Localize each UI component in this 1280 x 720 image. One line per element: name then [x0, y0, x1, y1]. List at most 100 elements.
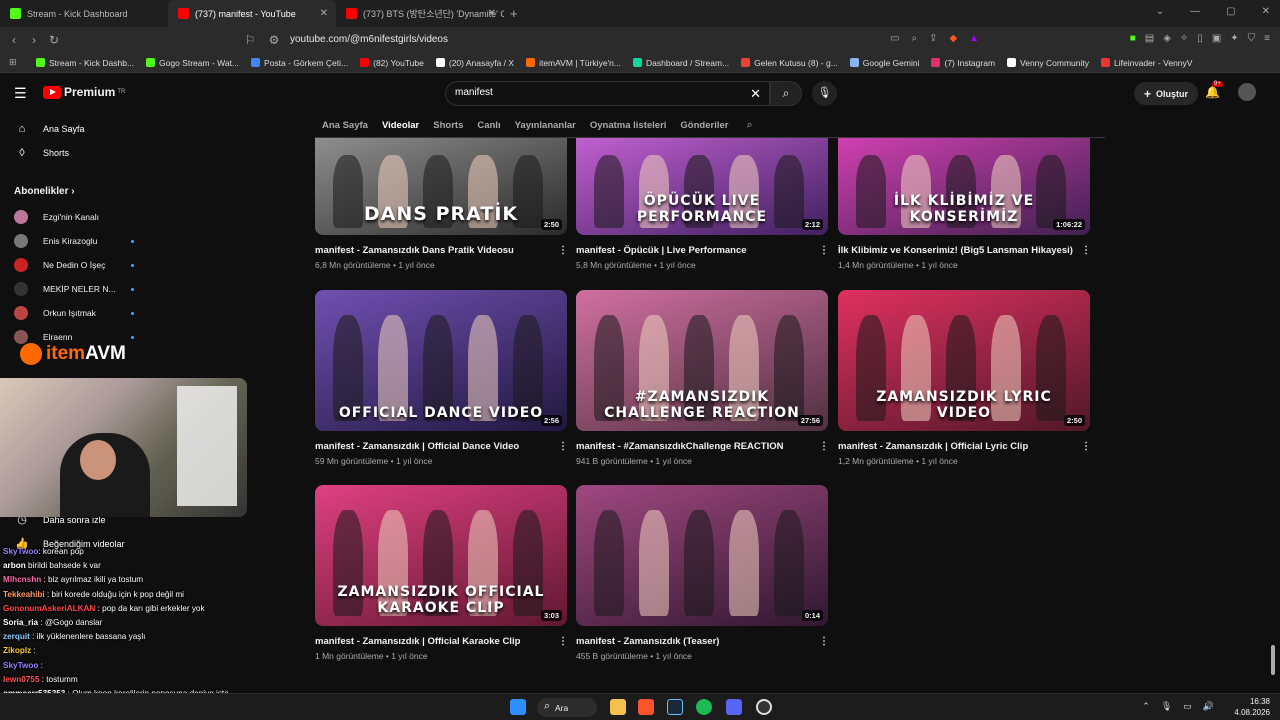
- bookmark-item[interactable]: (20) Anasayfa / X: [435, 58, 514, 68]
- bookmark-item[interactable]: Venny Community: [1007, 58, 1089, 68]
- sidebar-item-home[interactable]: ⌂ Ana Sayfa: [14, 123, 85, 135]
- discord-icon[interactable]: [726, 699, 742, 715]
- brave-icon[interactable]: [638, 699, 654, 715]
- reload-icon[interactable]: ↻: [44, 33, 64, 47]
- tab-shorts[interactable]: Shorts: [433, 120, 463, 131]
- extension-2-icon[interactable]: ▤: [1145, 33, 1154, 44]
- video-menu-icon[interactable]: ⋮: [558, 441, 568, 452]
- create-button[interactable]: + Oluştur: [1134, 82, 1199, 105]
- extension-1-icon[interactable]: ■: [1130, 33, 1136, 44]
- video-menu-icon[interactable]: ⋮: [558, 245, 568, 256]
- bookmark-item[interactable]: Lifeinvader - VennyV: [1101, 58, 1192, 68]
- network-icon[interactable]: ▭: [1183, 701, 1192, 712]
- bookmark-item[interactable]: itemAVM | Türkiye'n...: [526, 58, 621, 68]
- tab-posts[interactable]: Gönderiler: [680, 120, 728, 131]
- avatar[interactable]: [1238, 83, 1256, 101]
- steam-icon[interactable]: [667, 699, 683, 715]
- sidebar-sub[interactable]: Enis Kirazoglu: [14, 234, 139, 248]
- taskbar-clock[interactable]: 16:38 4.08.2026: [1234, 696, 1270, 718]
- bookmark-item[interactable]: Stream - Kick Dashb...: [36, 58, 134, 68]
- menu-icon[interactable]: ≡: [1264, 33, 1270, 44]
- zoom-icon[interactable]: ⌕: [911, 33, 917, 44]
- video-thumbnail[interactable]: ZAMANSIZDIK OFFICIAL KARAOKE CLIP 3:03: [315, 485, 567, 626]
- hamburger-menu-icon[interactable]: ☰: [14, 85, 27, 102]
- bookmark-icon[interactable]: ⚐: [240, 33, 260, 47]
- bookmark-item[interactable]: (7) Instagram: [931, 58, 995, 68]
- search-button[interactable]: ⌕: [770, 81, 802, 106]
- channel-search-icon[interactable]: ⌕: [746, 119, 752, 132]
- close-window-icon[interactable]: ✕: [1262, 6, 1270, 17]
- clear-search-icon[interactable]: ✕: [750, 86, 761, 102]
- cast-icon[interactable]: ▭: [890, 33, 899, 44]
- bookmark-item[interactable]: Gogo Stream - Wat...: [146, 58, 239, 68]
- video-menu-icon[interactable]: ⋮: [819, 245, 829, 256]
- video-thumbnail[interactable]: İLK KLİBİMİZ VE KONSERİMİZ 1:06:22: [838, 138, 1090, 235]
- tray-chevron-icon[interactable]: ⌃: [1142, 701, 1150, 712]
- video-title[interactable]: manifest - #ZamansızdıkChallenge REACTIO…: [576, 441, 783, 452]
- wallet-icon[interactable]: ▣: [1212, 33, 1221, 44]
- tab-live[interactable]: Canlı: [477, 120, 500, 131]
- vpn-icon[interactable]: ⛉: [1248, 33, 1256, 44]
- bookmark-item[interactable]: (82) YouTube: [360, 58, 424, 68]
- voice-search-button[interactable]: 🎙: [812, 81, 837, 106]
- tab-home[interactable]: Ana Sayfa: [322, 120, 368, 131]
- back-icon[interactable]: ‹: [4, 33, 24, 47]
- tab-kick[interactable]: Stream - Kick Dashboard: [0, 0, 168, 27]
- video-title[interactable]: manifest - Öpücük | Live Performance: [576, 245, 747, 256]
- url-field[interactable]: youtube.com/@m6nifestgirls/videos: [290, 34, 448, 45]
- extensions-icon[interactable]: ✧: [1180, 33, 1188, 44]
- site-info-icon[interactable]: ⚙: [264, 33, 284, 47]
- apps-grid-icon[interactable]: ⊞: [9, 57, 17, 68]
- search-input[interactable]: [455, 87, 735, 98]
- sidebar-sub[interactable]: Ne Dedin O İşeç: [14, 258, 139, 272]
- share-icon[interactable]: ⇪: [929, 33, 937, 44]
- video-thumbnail[interactable]: 0:14: [576, 485, 828, 626]
- minimize-icon[interactable]: —: [1190, 6, 1200, 17]
- sidebar-sub[interactable]: Ezgi'nin Kanalı: [14, 210, 139, 224]
- spotify-icon[interactable]: [696, 699, 712, 715]
- subscriptions-heading[interactable]: Abonelikler ›: [14, 186, 75, 197]
- sidebar-sub[interactable]: Orkun Işıtmak: [14, 306, 139, 320]
- video-menu-icon[interactable]: ⋮: [819, 636, 829, 647]
- volume-icon[interactable]: 🔊: [1203, 701, 1214, 712]
- sidebar-sub[interactable]: Elraenn: [14, 330, 139, 344]
- video-menu-icon[interactable]: ⋮: [558, 636, 568, 647]
- extension-3-icon[interactable]: ◈: [1163, 33, 1171, 44]
- video-title[interactable]: manifest - Zamansızdık | Official Karaok…: [315, 636, 520, 647]
- leo-icon[interactable]: ✦: [1230, 33, 1238, 44]
- close-tab-icon[interactable]: ✕: [488, 8, 496, 19]
- bookmark-item[interactable]: Google Gemini: [849, 58, 919, 68]
- tab-releases[interactable]: Yayınlananlar: [515, 120, 576, 131]
- maximize-icon[interactable]: ▢: [1226, 6, 1235, 17]
- video-thumbnail[interactable]: ÖPÜCÜK LIVE PERFORMANCE 2:12: [576, 138, 828, 235]
- file-explorer-icon[interactable]: [610, 699, 626, 715]
- video-thumbnail[interactable]: #ZAMANSIZDIK CHALLENGE REACTION 27:56: [576, 290, 828, 431]
- brave-rewards-icon[interactable]: ▲: [969, 33, 979, 44]
- sidebar-toggle-icon[interactable]: ▯: [1197, 33, 1203, 44]
- tab-videos[interactable]: Videolar: [382, 120, 419, 131]
- youtube-premium-logo[interactable]: Premium TR: [43, 85, 125, 99]
- tab-list-icon[interactable]: ⌄: [1156, 6, 1164, 17]
- windows-start-icon[interactable]: [510, 699, 526, 715]
- video-menu-icon[interactable]: ⋮: [819, 441, 829, 452]
- video-menu-icon[interactable]: ⋮: [1081, 245, 1091, 256]
- forward-icon[interactable]: ›: [24, 33, 44, 47]
- video-title[interactable]: manifest - Zamansızdık | Official Dance …: [315, 441, 519, 452]
- obs-icon[interactable]: [756, 699, 772, 715]
- taskbar-search[interactable]: Ara: [537, 698, 597, 717]
- tab-playlists[interactable]: Oynatma listeleri: [590, 120, 667, 131]
- bookmark-item[interactable]: Gelen Kutusu (8) - g...: [741, 58, 838, 68]
- close-tab-icon[interactable]: ✕: [320, 8, 328, 19]
- bookmark-item[interactable]: Dashboard / Stream...: [633, 58, 729, 68]
- video-title[interactable]: manifest - Zamansızdık (Teaser): [576, 636, 719, 647]
- sidebar-sub[interactable]: MEKİP NELER N...: [14, 282, 139, 296]
- video-title[interactable]: manifest - Zamansızdık Dans Pratik Video…: [315, 245, 514, 256]
- video-thumbnail[interactable]: OFFICIAL DANCE VIDEO 2:56: [315, 290, 567, 431]
- video-title[interactable]: İlk Klibimiz ve Konserimiz! (Big5 Lansma…: [838, 245, 1073, 256]
- video-thumbnail[interactable]: ZAMANSIZDIK LYRIC VIDEO 2:50: [838, 290, 1090, 431]
- scrollbar-thumb[interactable]: [1271, 645, 1275, 675]
- video-menu-icon[interactable]: ⋮: [1081, 441, 1091, 452]
- video-title[interactable]: manifest - Zamansızdık | Official Lyric …: [838, 441, 1028, 452]
- tab-youtube-bts[interactable]: (737) BTS (방탄소년단) 'Dynamite' Of ✕: [336, 0, 504, 27]
- brave-shield-icon[interactable]: ◆: [949, 33, 957, 44]
